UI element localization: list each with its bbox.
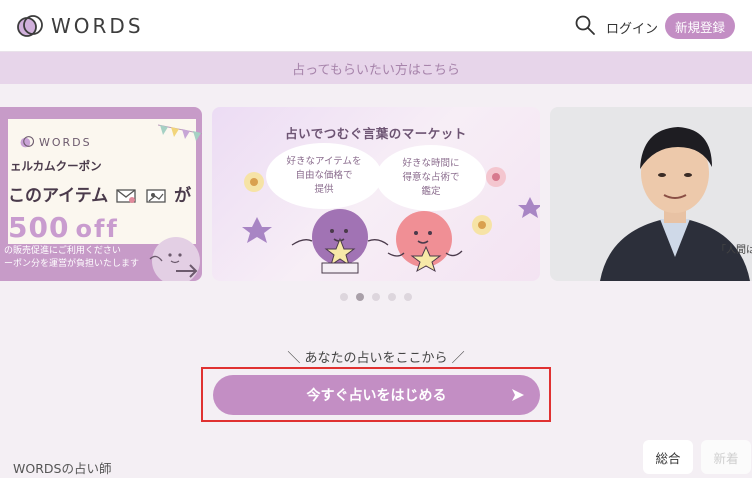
bunting-icon [158, 124, 202, 141]
carousel-dot[interactable] [404, 293, 412, 301]
coupon-amount-value: 500 [8, 211, 70, 244]
carousel-pagination [340, 293, 412, 301]
tab-new[interactable]: 新着 [701, 440, 751, 474]
logo-icon [17, 15, 43, 37]
cta-caption: ＼ あなたの占いをここから ／ [287, 351, 465, 366]
site-header: WORDS ログイン 新規登録 [0, 0, 752, 52]
carousel-dot[interactable] [372, 293, 380, 301]
start-fortune-label: 今すぐ占いをはじめる [306, 388, 447, 404]
logo-icon [20, 136, 34, 148]
carousel-slide-interview[interactable]: 「人間は [550, 107, 752, 281]
coupon-card: WORDS ェルカムクーポン このアイテム が 500 off [8, 119, 202, 244]
coupon-logo: WORDS [20, 135, 92, 149]
photo-icon [146, 189, 166, 203]
search-icon[interactable] [574, 14, 596, 36]
coupon-note-line: の販売促進にご利用ください [4, 246, 121, 256]
envelope-icon [116, 189, 136, 203]
arrow-character-icon [149, 237, 200, 281]
carousel-dot[interactable] [340, 293, 348, 301]
coupon-item-text: このアイテム [8, 186, 109, 206]
coupon-item-suffix: が [174, 186, 192, 206]
carousel-dot[interactable] [388, 293, 396, 301]
coupon-amount: 500 off [8, 211, 119, 244]
carousel-dot-active[interactable] [356, 293, 364, 301]
start-fortune-button[interactable]: 今すぐ占いをはじめる [213, 375, 540, 415]
carousel-slide-coupon[interactable]: WORDS ェルカムクーポン このアイテム が 500 off の販売促進にご利… [0, 107, 202, 281]
coupon-note: の販売促進にご利用ください ーポン分を運営が負担いたします [4, 245, 139, 271]
logo-text: WORDS [51, 14, 144, 38]
coupon-off-label: off [75, 215, 119, 243]
slide-title: 占いでつむぐ言葉のマーケット [285, 126, 467, 141]
coupon-logo-text: WORDS [39, 135, 92, 149]
carousel-slide-marketplace[interactable]: 占いでつむぐ言葉のマーケット 好きなアイテムを 自由な価格で 提供 好きな時間に… [212, 107, 540, 281]
logo[interactable]: WORDS [17, 13, 144, 39]
coupon-note-line: ーポン分を運営が負担いたします [4, 259, 140, 269]
coupon-item-line: このアイテム が [8, 181, 191, 206]
fortune-seeker-banner[interactable]: 占ってもらいたい方はこちら [0, 52, 752, 84]
section-heading: WORDSの占い師 [13, 461, 112, 476]
interview-quote: 「人間は [716, 245, 752, 256]
login-link[interactable]: ログイン [606, 18, 658, 37]
signup-button[interactable]: 新規登録 [665, 13, 735, 39]
coupon-title: ェルカムクーポン [10, 159, 102, 173]
characters-illustration [242, 167, 540, 274]
tab-overall[interactable]: 総合 [643, 440, 693, 474]
send-arrow-icon [512, 389, 524, 401]
hero-carousel: WORDS ェルカムクーポン このアイテム が 500 off の販売促進にご利… [0, 107, 752, 281]
